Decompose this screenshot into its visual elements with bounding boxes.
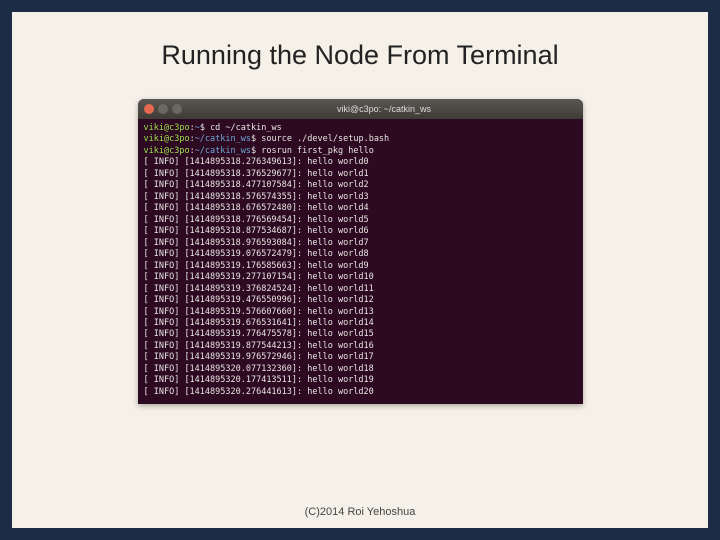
terminal-window: viki@c3po: ~/catkin_ws viki@c3po:~$ cd ~… xyxy=(138,99,583,404)
prompt-path: ~/catkin_ws xyxy=(195,134,251,144)
close-icon[interactable] xyxy=(144,104,154,114)
prompt-command: rosrun first_pkg hello xyxy=(261,146,374,156)
terminal-log-line: [ INFO] [1414895319.277107154]: hello wo… xyxy=(144,272,577,283)
terminal-title-text: viki@c3po: ~/catkin_ws xyxy=(192,104,577,114)
terminal-log-line: [ INFO] [1414895318.477107584]: hello wo… xyxy=(144,180,577,191)
terminal-log-line: [ INFO] [1414895319.976572946]: hello wo… xyxy=(144,352,577,363)
prompt-path: ~/catkin_ws xyxy=(195,146,251,156)
terminal-log-line: [ INFO] [1414895319.676531641]: hello wo… xyxy=(144,318,577,329)
terminal-log-line: [ INFO] [1414895320.077132360]: hello wo… xyxy=(144,364,577,375)
terminal-log-line: [ INFO] [1414895320.276441613]: hello wo… xyxy=(144,387,577,398)
terminal-log-line: [ INFO] [1414895319.476550996]: hello wo… xyxy=(144,295,577,306)
terminal-prompt-line: viki@c3po:~$ cd ~/catkin_ws xyxy=(144,123,577,134)
prompt-user: viki@c3po xyxy=(144,134,190,144)
prompt-user: viki@c3po xyxy=(144,123,190,133)
terminal-log-line: [ INFO] [1414895319.776475578]: hello wo… xyxy=(144,329,577,340)
terminal-log-line: [ INFO] [1414895319.576607660]: hello wo… xyxy=(144,307,577,318)
slide: Running the Node From Terminal viki@c3po… xyxy=(12,12,708,528)
terminal-prompt-line: viki@c3po:~/catkin_ws$ rosrun first_pkg … xyxy=(144,146,577,157)
terminal-log-line: [ INFO] [1414895319.376824524]: hello wo… xyxy=(144,284,577,295)
terminal-log-line: [ INFO] [1414895318.877534687]: hello wo… xyxy=(144,226,577,237)
terminal-log-line: [ INFO] [1414895320.177413511]: hello wo… xyxy=(144,375,577,386)
prompt-command: source ./devel/setup.bash xyxy=(261,134,389,144)
prompt-command: cd ~/catkin_ws xyxy=(210,123,282,133)
terminal-log-line: [ INFO] [1414895318.576574355]: hello wo… xyxy=(144,192,577,203)
terminal-body[interactable]: viki@c3po:~$ cd ~/catkin_wsviki@c3po:~/c… xyxy=(138,119,583,404)
terminal-titlebar[interactable]: viki@c3po: ~/catkin_ws xyxy=(138,99,583,119)
prompt-user: viki@c3po xyxy=(144,146,190,156)
terminal-log-line: [ INFO] [1414895318.676572480]: hello wo… xyxy=(144,203,577,214)
terminal-log-line: [ INFO] [1414895318.276349613]: hello wo… xyxy=(144,157,577,168)
minimize-icon[interactable] xyxy=(158,104,168,114)
terminal-log-line: [ INFO] [1414895318.776569454]: hello wo… xyxy=(144,215,577,226)
terminal-log-line: [ INFO] [1414895318.376529677]: hello wo… xyxy=(144,169,577,180)
terminal-prompt-line: viki@c3po:~/catkin_ws$ source ./devel/se… xyxy=(144,134,577,145)
terminal-log-line: [ INFO] [1414895318.976593084]: hello wo… xyxy=(144,238,577,249)
terminal-log-line: [ INFO] [1414895319.176585663]: hello wo… xyxy=(144,261,577,272)
terminal-log-line: [ INFO] [1414895319.076572479]: hello wo… xyxy=(144,249,577,260)
slide-footer: (C)2014 Roi Yehoshua xyxy=(12,506,708,518)
terminal-log-line: [ INFO] [1414895319.877544213]: hello wo… xyxy=(144,341,577,352)
slide-title: Running the Node From Terminal xyxy=(12,40,708,71)
maximize-icon[interactable] xyxy=(172,104,182,114)
